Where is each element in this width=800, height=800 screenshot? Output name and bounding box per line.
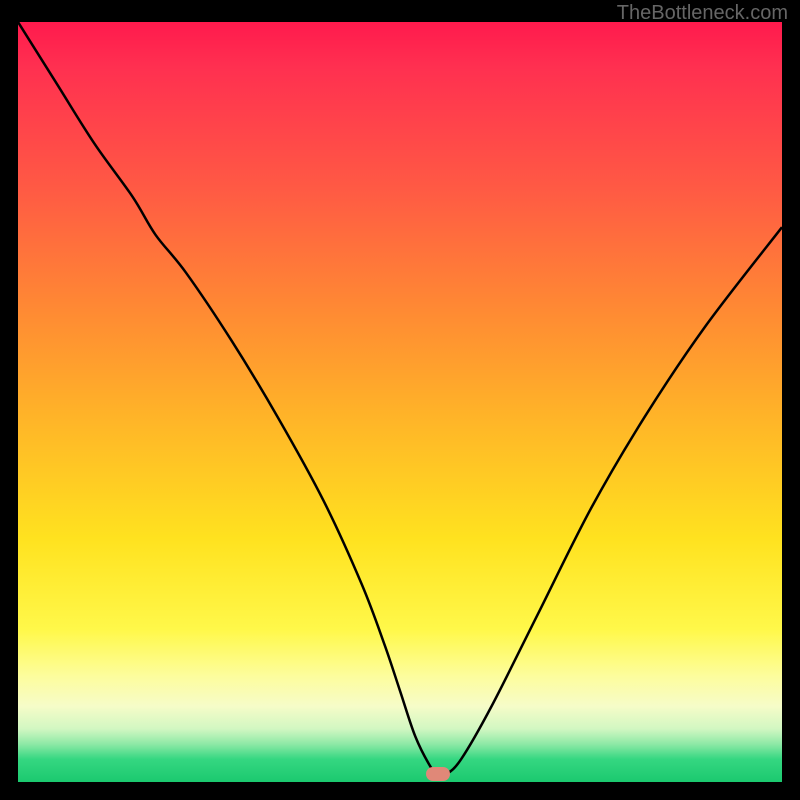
bottleneck-curve: [18, 22, 782, 782]
optimal-point-marker: [426, 767, 450, 781]
watermark-text: TheBottleneck.com: [617, 2, 788, 25]
plot-area: [18, 22, 782, 782]
